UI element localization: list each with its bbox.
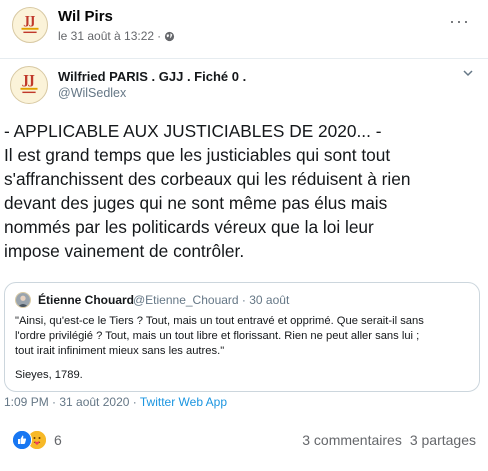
gjj-logo-icon: JJ [11, 67, 47, 103]
quoted-author-avatar [15, 292, 31, 308]
post-date[interactable]: le 31 août à 13:22 [58, 29, 154, 43]
tweet-text: - APPLICABLE AUX JUSTICIABLES DE 2020...… [4, 119, 482, 263]
gjj-logo-icon: JJ [13, 8, 47, 42]
tweet-text-line: nommés par les politicards véreux que la… [4, 217, 374, 237]
quoted-signature: Sieyes, 1789. [15, 369, 83, 381]
tweet-author-avatar[interactable]: JJ [10, 66, 48, 104]
svg-text:JJ: JJ [22, 72, 35, 87]
shares-count[interactable]: 3 partages [410, 432, 476, 448]
tweet-author-name[interactable]: Wilfried PARIS . GJJ . Fiché 0 . [58, 69, 246, 84]
tweet-text-line: devant des juges qui ne sont même pas él… [4, 193, 388, 213]
post-footer: 6 3 commentaires 3 partages [0, 426, 488, 456]
post-header: JJ Wil Pirs le 31 août à 13:22 · ··· [0, 0, 488, 52]
post-stats: 3 commentaires 3 partages [302, 432, 476, 448]
quoted-text: "Ainsi, qu'est-ce le Tiers ? Tout, mais … [15, 314, 471, 359]
person-avatar-icon [16, 293, 30, 307]
post-meta: le 31 août à 13:22 · [58, 29, 175, 43]
tweet-text-line: impose vainement de contrôler. [4, 241, 245, 261]
like-icon[interactable] [12, 430, 32, 450]
tweet-text-line: s'affranchissent des corbeaux qui les ré… [4, 169, 411, 189]
author-name[interactable]: Wil Pirs [58, 8, 113, 25]
tweet-text-line: - APPLICABLE AUX JUSTICIABLES DE 2020...… [4, 121, 382, 141]
chevron-down-icon[interactable] [462, 67, 474, 79]
more-options-button[interactable]: ··· [449, 12, 470, 30]
quoted-tweet[interactable]: Étienne Chouard @Etienne_Chouard · 30 ao… [4, 282, 480, 392]
quoted-text-line: "Ainsi, qu'est-ce le Tiers ? Tout, mais … [15, 315, 424, 327]
globe-icon[interactable] [164, 31, 175, 42]
tweet-timestamp[interactable]: 1:09 PM · 31 août 2020 · [4, 395, 140, 409]
tweet-text-line: Il est grand temps que les justiciables … [4, 145, 391, 165]
tweet-source-link[interactable]: Twitter Web App [140, 395, 227, 409]
reaction-count[interactable]: 6 [54, 432, 62, 448]
embedded-tweet[interactable]: JJ Wilfried PARIS . GJJ . Fiché 0 . @Wil… [0, 58, 488, 419]
quoted-text-line: tout irait infiniment mieux sans les aut… [15, 345, 225, 357]
tweet-footer: 1:09 PM · 31 août 2020 · Twitter Web App [4, 395, 227, 409]
quoted-text-line: l'ordre privilégié ? Tout, mais un tout … [15, 330, 420, 342]
quoted-author-handle: @Etienne_Chouard · 30 août [133, 293, 290, 307]
svg-text:JJ: JJ [24, 13, 36, 27]
comments-count[interactable]: 3 commentaires [302, 432, 402, 448]
quoted-author-name: Étienne Chouard [38, 293, 135, 307]
tweet-author-handle[interactable]: @WilSedlex [58, 86, 126, 100]
author-avatar[interactable]: JJ [12, 7, 48, 43]
